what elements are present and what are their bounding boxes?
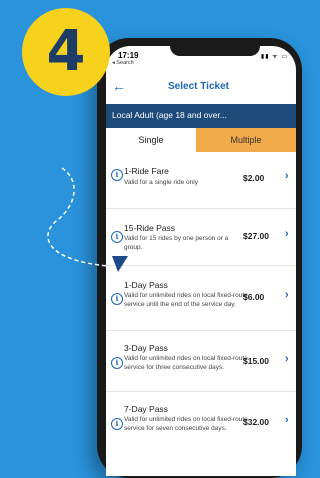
chevron-right-icon: › (285, 289, 289, 301)
pointer-arrow-head-icon (112, 256, 128, 272)
step-number: 4 (46, 19, 86, 84)
chevron-right-icon: › (285, 414, 289, 426)
chevron-right-icon: › (285, 228, 289, 240)
chevron-right-icon: › (285, 353, 289, 365)
chevron-right-icon: › (285, 170, 289, 182)
dashed-pointer-line (47, 167, 109, 267)
step-number-badge: 4 (22, 8, 110, 96)
